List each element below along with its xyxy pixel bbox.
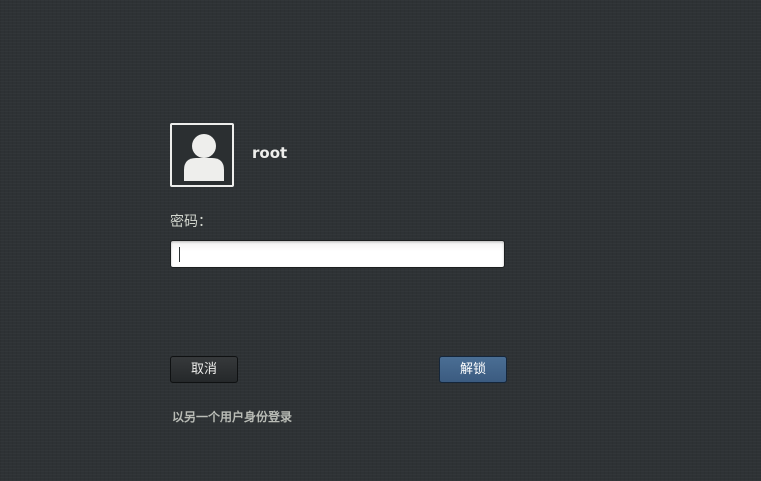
switch-user-link[interactable]: 以另一个用户身份登录 (172, 408, 292, 425)
unlock-dialog: root 密码： 取消 解锁 以另一个用户身份登录 (170, 123, 507, 433)
user-name: root (252, 144, 288, 162)
unlock-button[interactable]: 解锁 (439, 356, 507, 383)
password-label: 密码： (170, 214, 212, 230)
password-input[interactable] (170, 240, 505, 268)
text-cursor (179, 247, 180, 262)
cancel-button[interactable]: 取消 (170, 356, 238, 383)
user-avatar-icon (184, 134, 224, 181)
avatar (170, 123, 234, 187)
